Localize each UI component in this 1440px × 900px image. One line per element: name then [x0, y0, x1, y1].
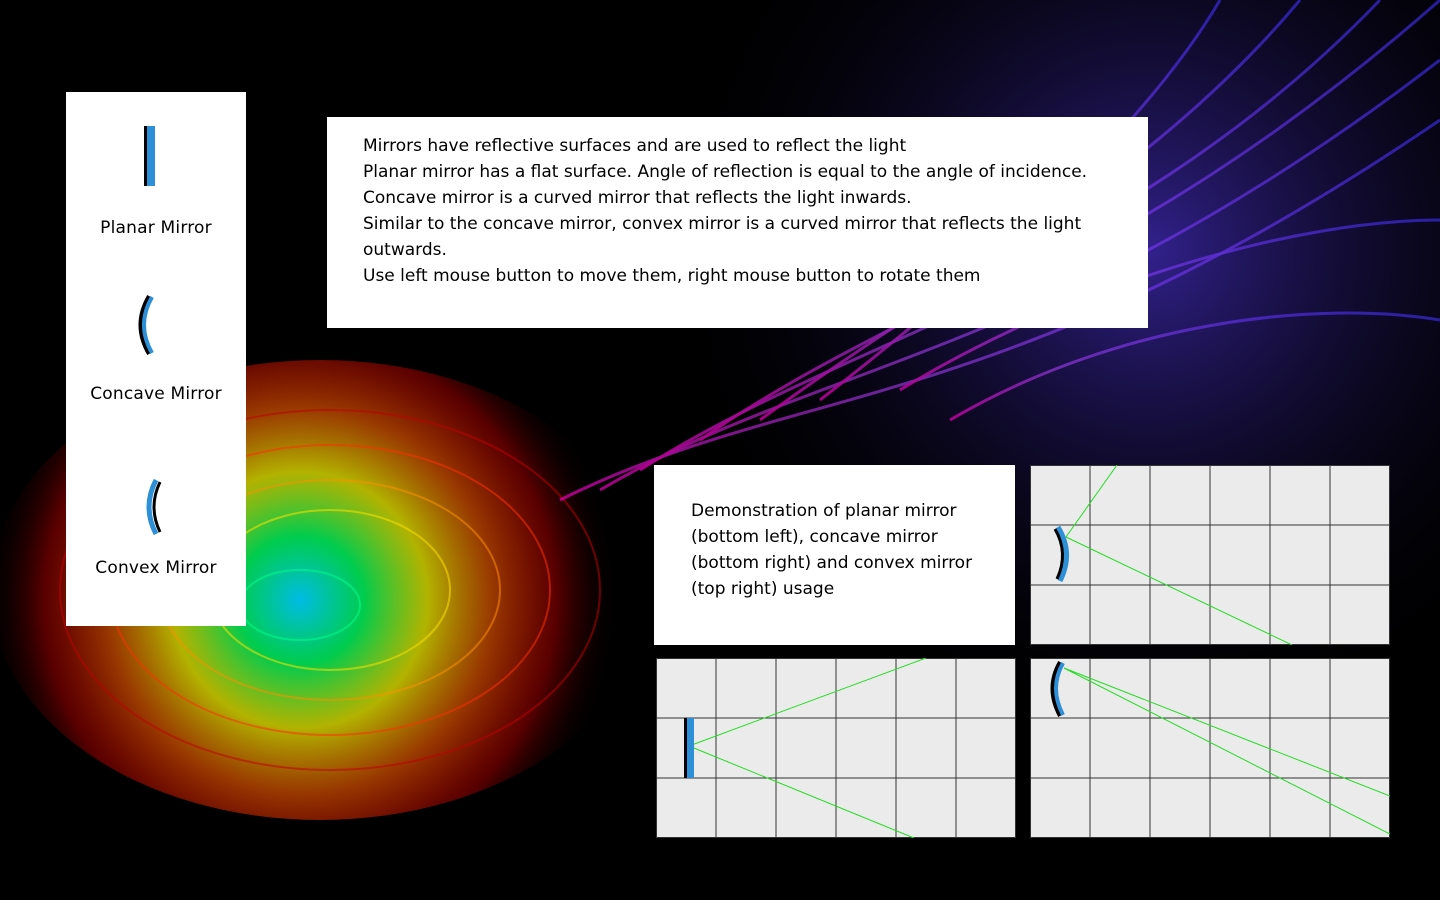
convex-mirror-instance [1053, 525, 1069, 583]
concave-demo-panel[interactable] [1030, 658, 1390, 838]
light-rays [1063, 667, 1390, 835]
convex-demo-drawing [1030, 465, 1390, 645]
info-text: Mirrors have reflective surfaces and are… [363, 133, 1123, 289]
planar-mirror-instance [684, 718, 694, 778]
caption-line: (top right) usage [691, 579, 835, 599]
grid-lines [656, 658, 1016, 838]
caption-line: Demonstration of planar mirror [691, 501, 957, 521]
info-line: Similar to the concave mirror, convex mi… [363, 214, 1082, 260]
planar-mirror-icon[interactable] [138, 124, 162, 188]
light-rays [688, 658, 927, 838]
palette-item-convex-mirror[interactable]: Convex Mirror [66, 472, 246, 602]
app-canvas[interactable]: Planar Mirror Concave Mirror Convex Mirr… [0, 0, 1440, 900]
planar-demo-panel[interactable] [656, 658, 1016, 838]
palette-label-concave: Concave Mirror [90, 384, 222, 404]
demo-caption-panel: Demonstration of planar mirror (bottom l… [654, 465, 1015, 645]
info-line: Concave mirror is a curved mirror that r… [363, 188, 912, 208]
grid-lines [1030, 465, 1390, 645]
info-panel: Mirrors have reflective surfaces and are… [327, 117, 1148, 328]
light-rays [1065, 465, 1293, 645]
palette-label-planar: Planar Mirror [100, 218, 212, 238]
palette-label-convex: Convex Mirror [95, 558, 217, 578]
info-line: Planar mirror has a flat surface. Angle … [363, 162, 1088, 182]
convex-demo-panel[interactable] [1030, 465, 1390, 645]
convex-mirror-icon[interactable] [138, 474, 168, 540]
concave-mirror-icon[interactable] [130, 292, 160, 358]
info-line: Use left mouse button to move them, righ… [363, 266, 981, 286]
mirror-palette: Planar Mirror Concave Mirror Convex Mirr… [66, 92, 246, 626]
grid-lines [1030, 658, 1390, 838]
demo-caption: Demonstration of planar mirror (bottom l… [691, 498, 991, 602]
caption-line: (bottom left), concave mirror [691, 527, 938, 547]
palette-item-concave-mirror[interactable]: Concave Mirror [66, 288, 246, 418]
planar-demo-drawing [656, 658, 1016, 838]
concave-demo-drawing [1030, 658, 1390, 838]
palette-item-planar-mirror[interactable]: Planar Mirror [66, 116, 246, 246]
concave-mirror-instance [1050, 661, 1065, 717]
caption-line: (bottom right) and convex mirror [691, 553, 973, 573]
info-line: Mirrors have reflective surfaces and are… [363, 136, 907, 156]
